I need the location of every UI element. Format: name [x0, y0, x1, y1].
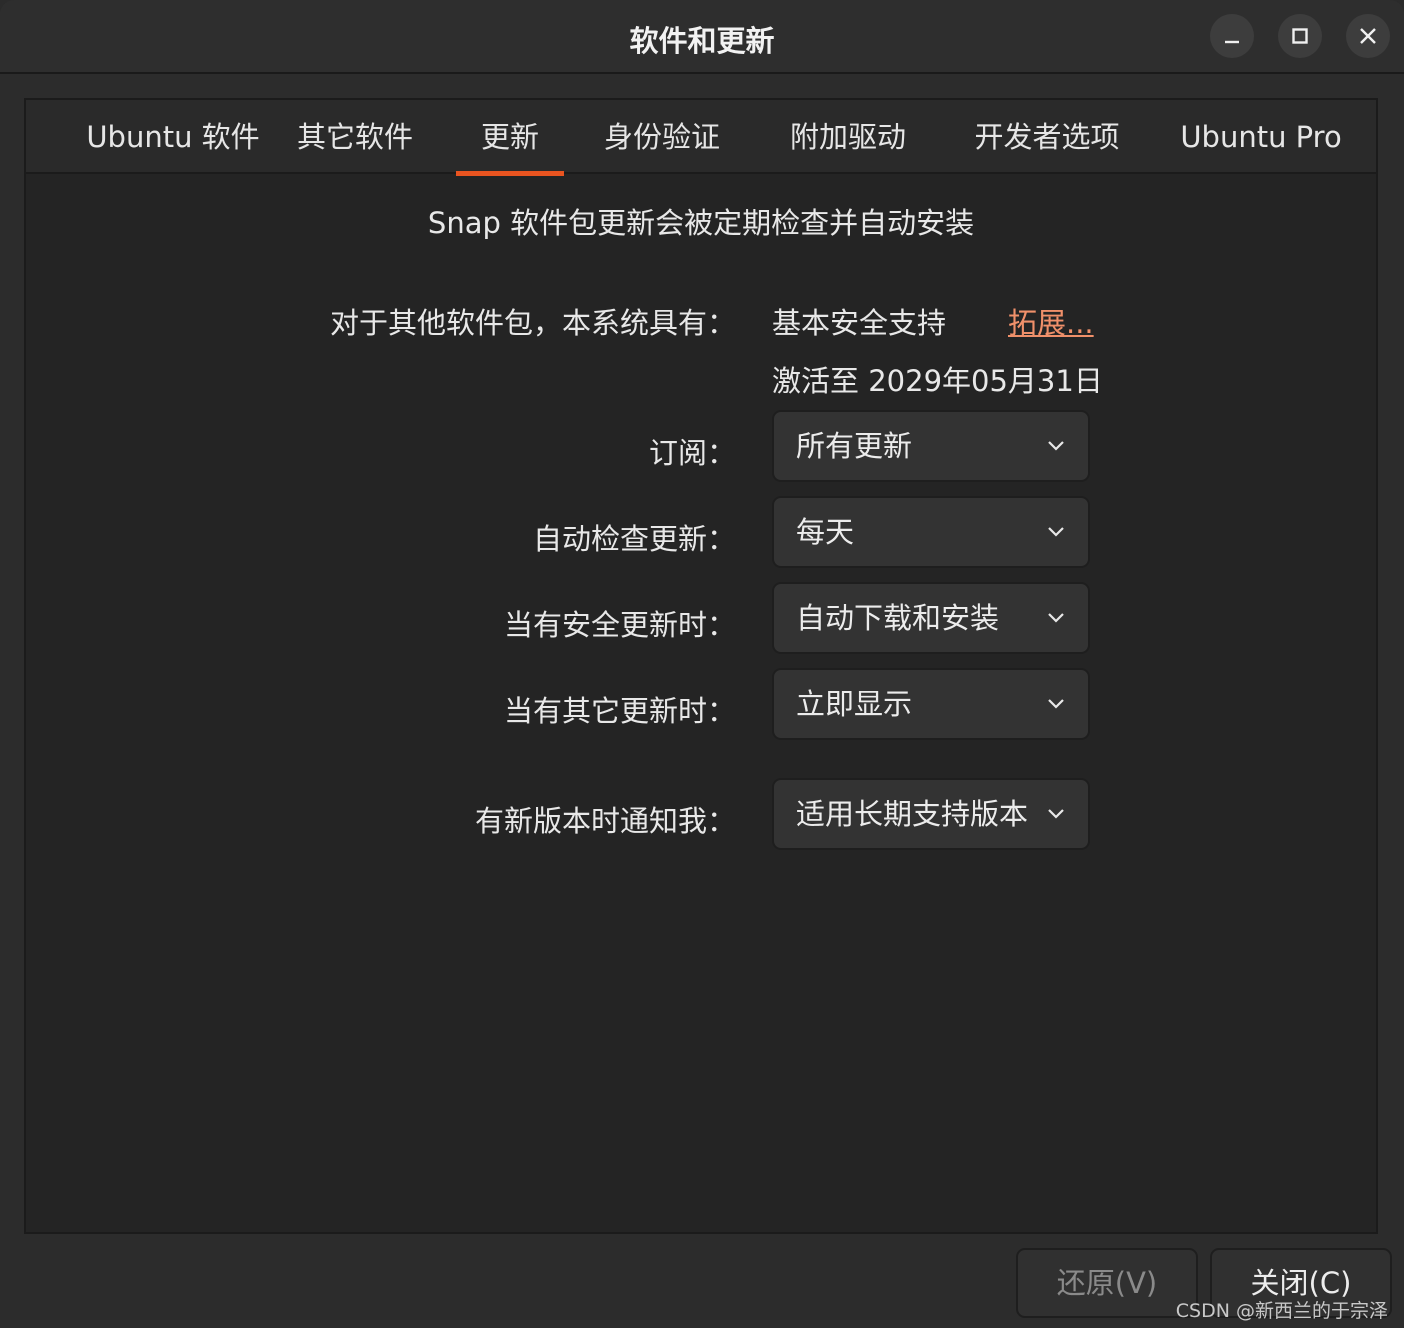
notify-dropdown[interactable]: 适用长期支持版本 [772, 778, 1090, 850]
tab-additional-drivers[interactable]: 附加驱动 [778, 100, 918, 174]
subscription-label: 订阅： [648, 436, 736, 470]
subscription-dropdown[interactable]: 所有更新 [772, 410, 1090, 482]
revert-button[interactable]: 还原(V) [1016, 1248, 1198, 1318]
tab-ubuntu-pro[interactable]: Ubuntu Pro [1176, 100, 1346, 174]
window-title: 软件和更新 [629, 24, 775, 58]
subscription-value: 所有更新 [796, 429, 913, 463]
chevron-down-icon [1048, 441, 1064, 451]
security-updates-dropdown[interactable]: 自动下载和安装 [772, 582, 1090, 654]
notify-value: 适用长期支持版本 [796, 797, 1029, 831]
tab-developer-options[interactable]: 开发者选项 [962, 100, 1132, 174]
maximize-button[interactable] [1278, 14, 1322, 58]
chevron-down-icon [1048, 699, 1064, 709]
support-label: 对于其他软件包，本系统具有： [329, 306, 736, 340]
close-icon [1360, 28, 1376, 44]
titlebar[interactable]: 软件和更新 [0, 0, 1404, 74]
minimize-button[interactable] [1210, 14, 1254, 58]
chevron-down-icon [1048, 527, 1064, 537]
watermark: CSDN @新西兰的于宗泽 [1175, 1300, 1388, 1322]
other-updates-label: 当有其它更新时： [503, 694, 736, 728]
support-value: 基本安全支持 [772, 306, 947, 340]
auto-check-label: 自动检查更新： [532, 522, 736, 556]
activated-until-text: 激活至 2029年05月31日 [772, 364, 1103, 398]
settings-notebook: Ubuntu 软件 其它软件 更新 身份验证 附加驱动 开发者选项 Ubuntu… [24, 98, 1378, 1234]
auto-check-dropdown[interactable]: 每天 [772, 496, 1090, 568]
tab-other-software[interactable]: 其它软件 [290, 100, 420, 174]
software-updates-window: 软件和更新 Ubuntu 软件 其它软件 更新 身份验证 附加驱动 开发者选项 [0, 0, 1404, 1328]
auto-check-value: 每天 [796, 515, 855, 549]
other-updates-dropdown[interactable]: 立即显示 [772, 668, 1090, 740]
notify-label: 有新版本时通知我： [474, 804, 736, 838]
chevron-down-icon [1048, 809, 1064, 819]
other-updates-value: 立即显示 [796, 687, 913, 721]
tab-ubuntu-software[interactable]: Ubuntu 软件 [48, 100, 298, 174]
minimize-icon [1225, 40, 1239, 44]
tab-authentication[interactable]: 身份验证 [592, 100, 732, 174]
security-updates-value: 自动下载和安装 [796, 601, 1000, 635]
security-updates-label: 当有安全更新时： [503, 608, 736, 642]
chevron-down-icon [1048, 613, 1064, 623]
close-window-button[interactable] [1346, 14, 1390, 58]
snap-update-note: Snap 软件包更新会被定期检查并自动安装 [427, 206, 975, 240]
maximize-icon [1292, 28, 1308, 44]
tab-updates[interactable]: 更新 [456, 100, 564, 176]
extend-link[interactable]: 拓展... [1008, 300, 1094, 342]
tab-bar: Ubuntu 软件 其它软件 更新 身份验证 附加驱动 开发者选项 Ubuntu… [26, 100, 1376, 176]
